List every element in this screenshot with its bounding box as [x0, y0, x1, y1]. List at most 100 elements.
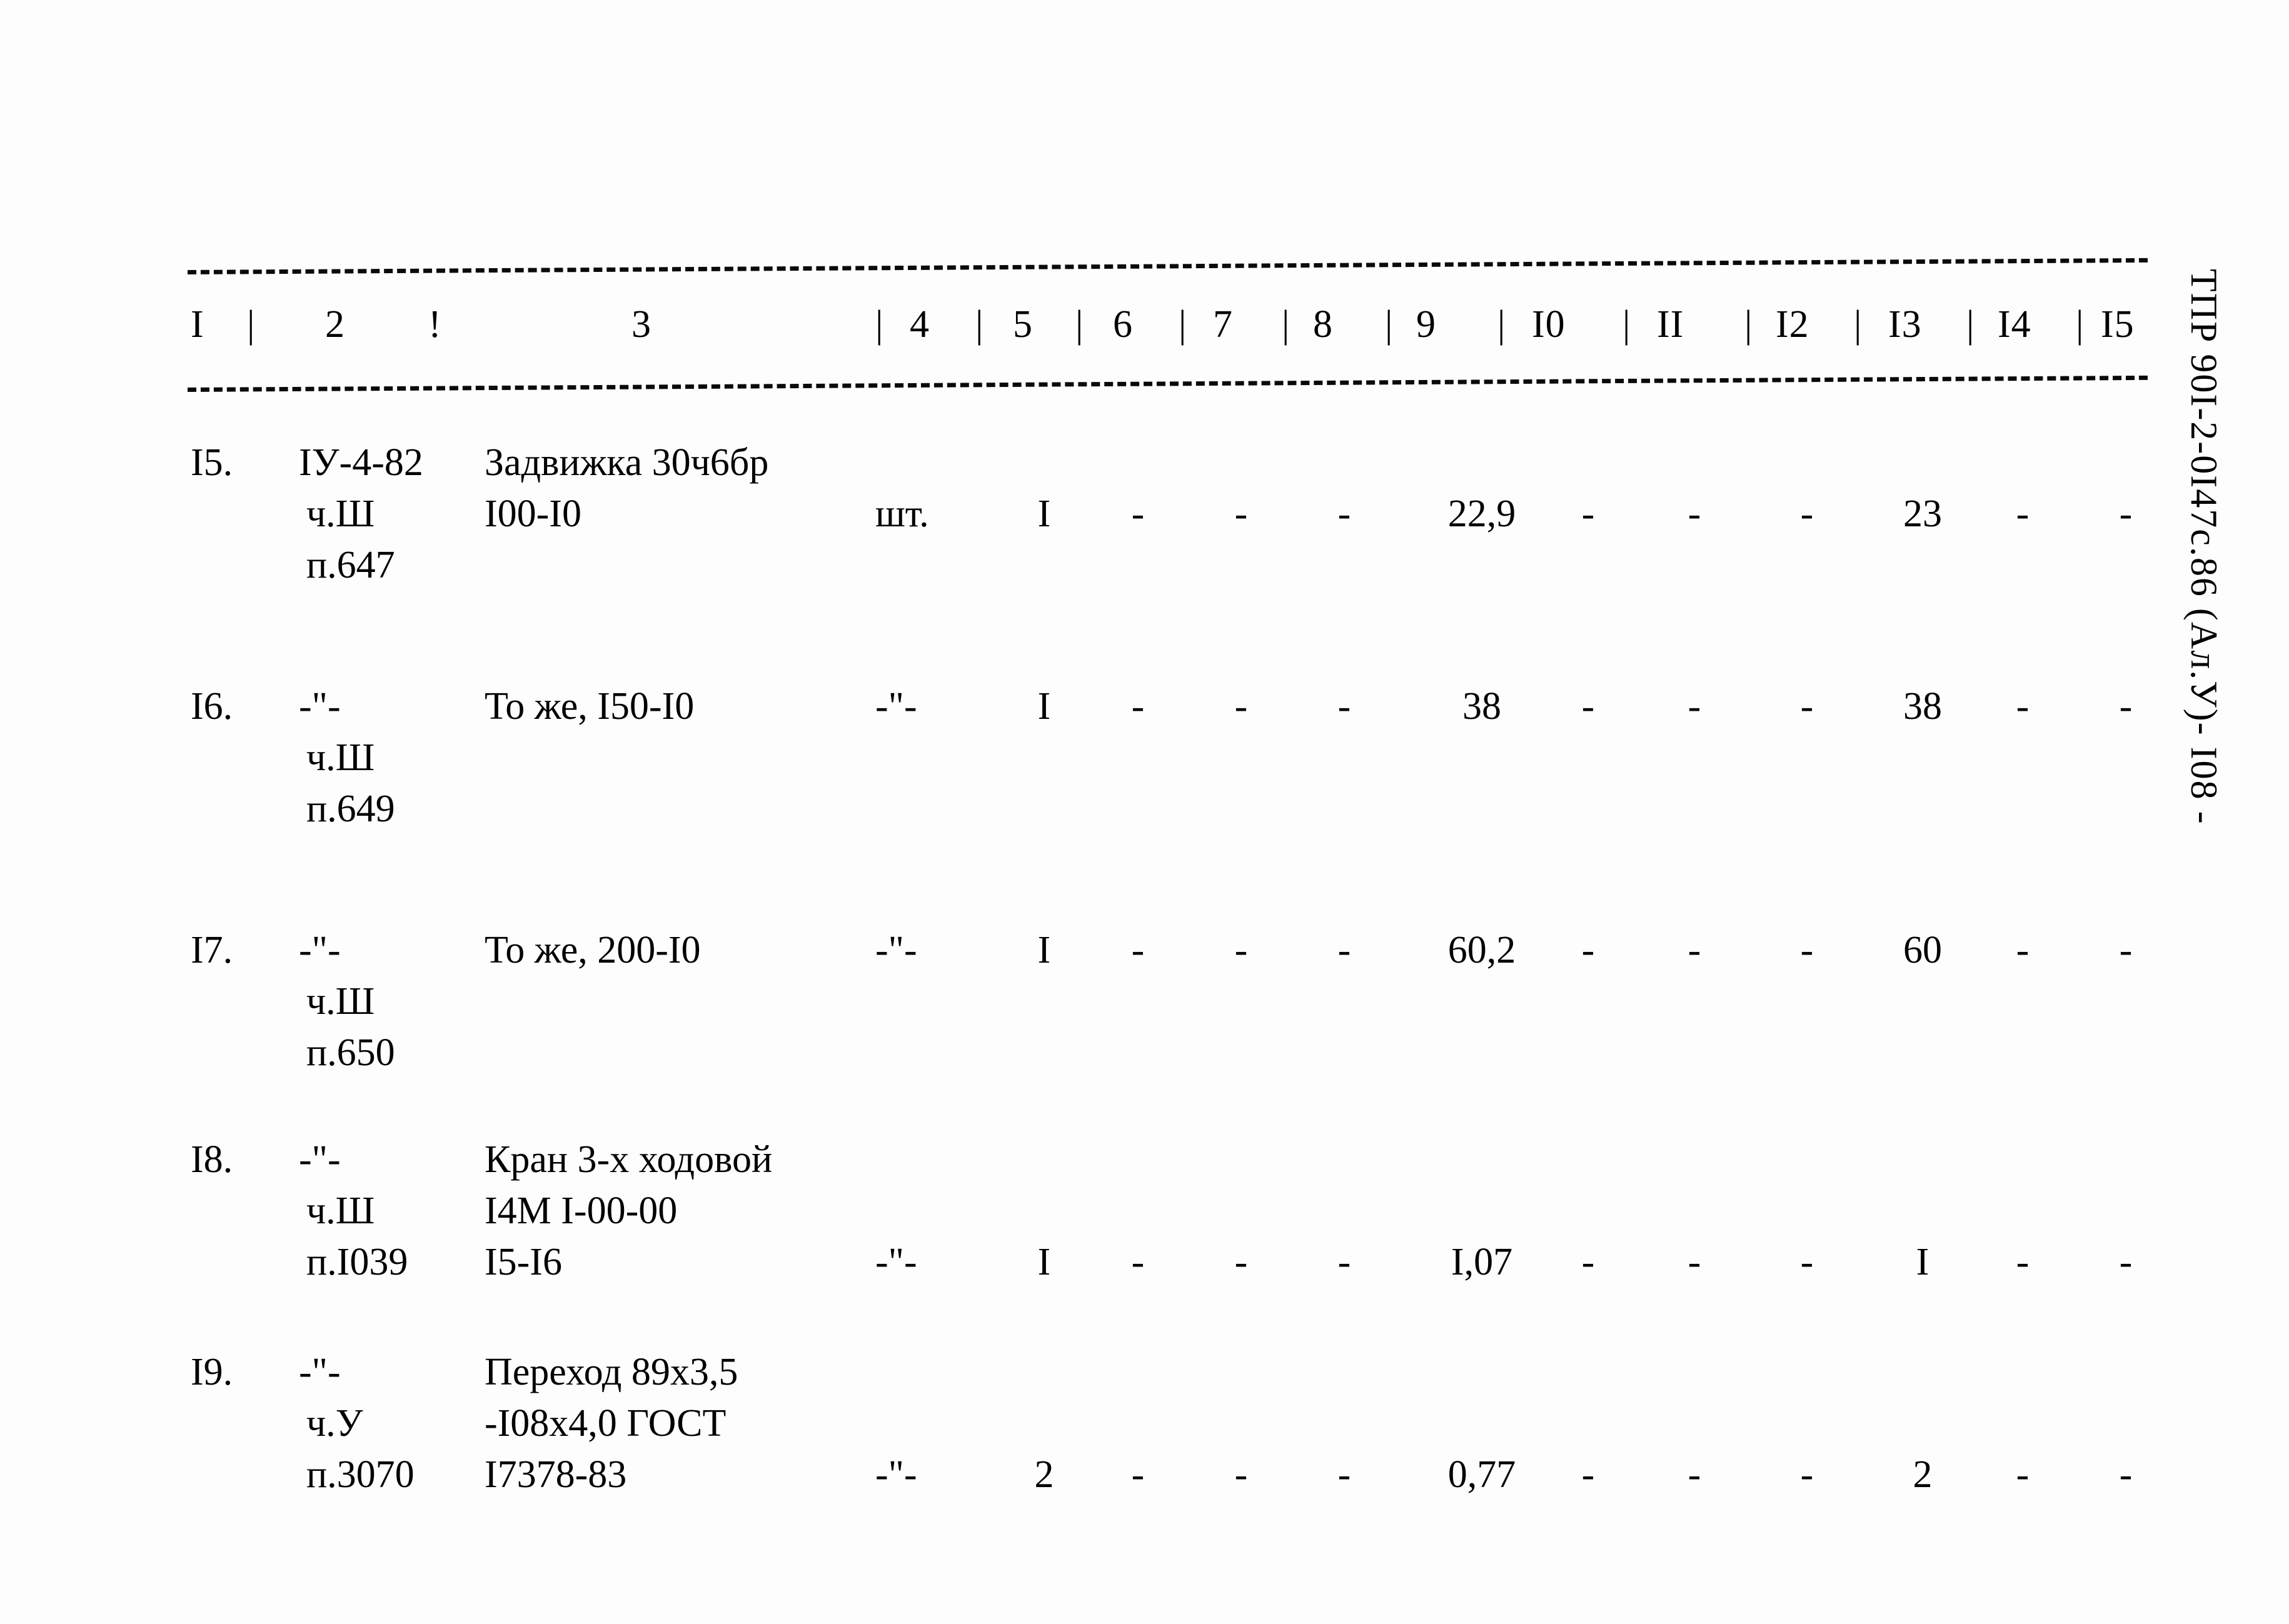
- row-value-col-8: -: [1337, 929, 1351, 971]
- column-header-3: 3: [631, 303, 651, 346]
- row-value-col-11: -: [1688, 929, 1701, 971]
- row-unit: -"-: [875, 929, 917, 971]
- column-separator: |: [1966, 303, 1975, 346]
- table-top-rule: [187, 258, 2148, 274]
- row-value-col-14: -: [2016, 1241, 2030, 1283]
- column-separator: |: [1075, 303, 1084, 346]
- column-header-6: 6: [1113, 303, 1133, 346]
- row-value-col-15: -: [2119, 685, 2133, 728]
- row-value-col-14: -: [2016, 493, 2030, 535]
- column-header-I2: I2: [1776, 303, 1809, 346]
- row-value-col-14: -: [2016, 929, 2030, 971]
- row-value-col-9: 0,77: [1447, 1453, 1516, 1496]
- row-reference-line: п.3070: [306, 1453, 415, 1496]
- row-unit: -"-: [875, 685, 917, 728]
- sheet-stamp-text: ТПР 90I-2-0I47с.86 (Ал.У)- I08 -: [2183, 269, 2225, 825]
- row-value-col-7: -: [1234, 685, 1248, 728]
- row-value-col-7: -: [1234, 493, 1248, 535]
- column-header-8: 8: [1313, 303, 1333, 346]
- row-value-col-7: -: [1234, 929, 1248, 971]
- row-description-line: I4М I-00-00: [485, 1190, 678, 1232]
- row-description-line: -I08х4,0 ГОСТ: [485, 1402, 727, 1445]
- row-reference-line: ч.Ш: [306, 736, 375, 779]
- column-header-7: 7: [1213, 303, 1233, 346]
- column-header-I: I: [191, 303, 204, 346]
- column-separator: |: [1497, 303, 1506, 346]
- row-item-number: I5.: [191, 441, 233, 484]
- row-value-col-6: -: [1131, 1453, 1145, 1496]
- row-value-col-7: -: [1234, 1453, 1248, 1496]
- row-reference-line: -"-: [299, 685, 341, 728]
- row-reference-line: п.650: [306, 1031, 395, 1074]
- row-value-col-11: -: [1688, 1241, 1701, 1283]
- row-reference-line: п.649: [306, 788, 395, 830]
- row-description-line: Кран 3-х ходовой: [485, 1138, 773, 1181]
- row-value-col-9: 38: [1462, 685, 1501, 728]
- column-header-I0: I0: [1532, 303, 1566, 346]
- column-header-2: 2: [325, 303, 345, 346]
- sheet-stamp: ТПР 90I-2-0I47с.86 (Ал.У)- I08 -: [2160, 269, 2248, 1119]
- table-header-row: I | 2! 3 | 4 | 5 | 6 | 7 | 8 | 9 | I0 | II | I2 | I3 | I4 | I5: [0, 305, 2138, 361]
- row-value-col-10: -: [1581, 929, 1595, 971]
- column-separator: |: [975, 303, 984, 346]
- row-value-col-12: -: [1800, 929, 1814, 971]
- row-value-col-13: 38: [1903, 685, 1942, 728]
- row-reference-line: ч.Ш: [306, 493, 375, 535]
- row-value-col-9: 22,9: [1447, 493, 1516, 535]
- row-reference-line: ч.Ш: [306, 980, 375, 1023]
- row-reference-line: п.647: [306, 544, 395, 586]
- column-header-I3: I3: [1888, 303, 1922, 346]
- row-unit: -"-: [875, 1453, 917, 1496]
- row-value-col-9: I,07: [1451, 1241, 1513, 1283]
- row-value-col-11: -: [1688, 493, 1701, 535]
- column-separator: |: [1854, 303, 1863, 346]
- row-value-col-5: I: [1037, 493, 1051, 535]
- row-value-col-7: -: [1234, 1241, 1248, 1283]
- document-page: I | 2! 3 | 4 | 5 | 6 | 7 | 8 | 9 | I0 | II | I2 | I3 | I4 | I5 I5. I…: [0, 0, 2289, 1624]
- column-separator: |: [1282, 303, 1290, 346]
- column-header-5: 5: [1013, 303, 1033, 346]
- row-value-col-11: -: [1688, 1453, 1701, 1496]
- row-description-line: Задвижка 30ч6бр: [485, 441, 769, 484]
- row-item-number: I6.: [191, 685, 233, 728]
- row-value-col-11: -: [1688, 685, 1701, 728]
- row-reference-line: -"-: [299, 1351, 341, 1393]
- row-value-col-6: -: [1131, 929, 1145, 971]
- row-reference-line: ч.У: [306, 1402, 363, 1445]
- row-value-col-10: -: [1581, 1241, 1595, 1283]
- row-reference-line: ч.Ш: [306, 1190, 375, 1232]
- row-value-col-6: -: [1131, 493, 1145, 535]
- row-value-col-5: I: [1037, 685, 1051, 728]
- row-value-col-6: -: [1131, 685, 1145, 728]
- column-separator: |: [1385, 303, 1394, 346]
- row-reference-line: -"-: [299, 1138, 341, 1181]
- row-value-col-9: 60,2: [1447, 929, 1516, 971]
- row-item-number: I9.: [191, 1351, 233, 1393]
- row-value-col-10: -: [1581, 685, 1595, 728]
- row-value-col-15: -: [2119, 929, 2133, 971]
- row-value-col-12: -: [1800, 1241, 1814, 1283]
- row-value-col-14: -: [2016, 685, 2030, 728]
- row-value-col-12: -: [1800, 685, 1814, 728]
- row-value-col-5: I: [1037, 929, 1051, 971]
- row-value-col-15: -: [2119, 1453, 2133, 1496]
- column-separator: |: [875, 303, 884, 346]
- row-value-col-13: 60: [1903, 929, 1942, 971]
- table-header-bottom-rule: [187, 375, 2148, 392]
- row-value-col-13: 23: [1903, 493, 1942, 535]
- row-value-col-10: -: [1581, 493, 1595, 535]
- column-separator: |: [1179, 303, 1187, 346]
- row-value-col-8: -: [1337, 1453, 1351, 1496]
- row-value-col-8: -: [1337, 1241, 1351, 1283]
- row-unit: шт.: [875, 493, 929, 535]
- column-separator: |: [1744, 303, 1753, 346]
- row-value-col-14: -: [2016, 1453, 2030, 1496]
- column-header-4: 4: [910, 303, 930, 346]
- row-reference-line: п.I039: [306, 1241, 408, 1283]
- row-value-col-10: -: [1581, 1453, 1595, 1496]
- row-item-number: I8.: [191, 1138, 233, 1181]
- row-value-col-13: 2: [1913, 1453, 1933, 1496]
- row-description-line: Переход 89х3,5: [485, 1351, 738, 1393]
- row-value-col-12: -: [1800, 493, 1814, 535]
- column-separator: |: [1622, 303, 1631, 346]
